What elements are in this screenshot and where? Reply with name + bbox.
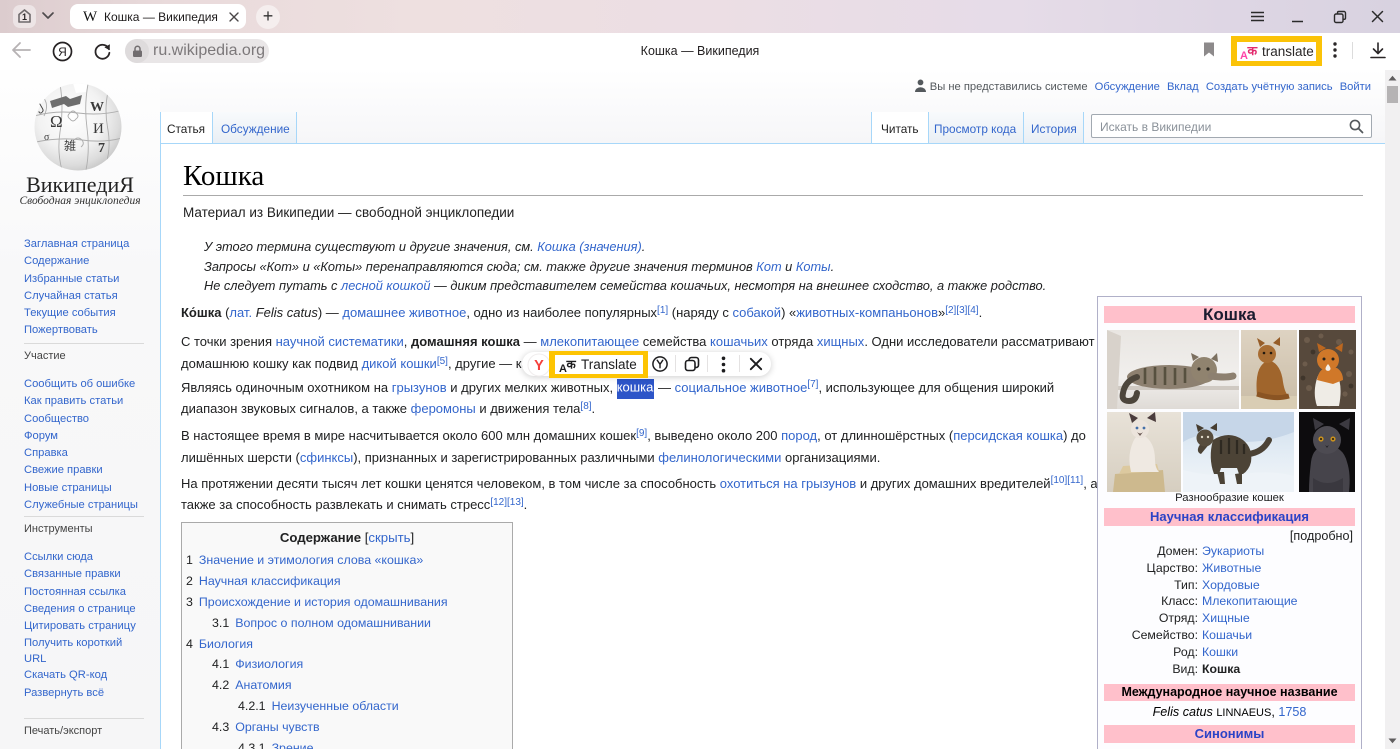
svg-text:雑: 雑 [64, 138, 76, 153]
svg-text:क: क [566, 357, 577, 371]
svg-text:И: И [93, 121, 104, 137]
svg-text:1: 1 [22, 12, 27, 22]
svg-text:W: W [90, 100, 104, 115]
svg-text:Y: Y [534, 358, 544, 374]
svg-text:क: क [1247, 44, 1259, 58]
svg-text:7: 7 [98, 141, 105, 156]
svg-text:Ω: Ω [50, 112, 63, 131]
svg-text:σ: σ [44, 132, 50, 143]
